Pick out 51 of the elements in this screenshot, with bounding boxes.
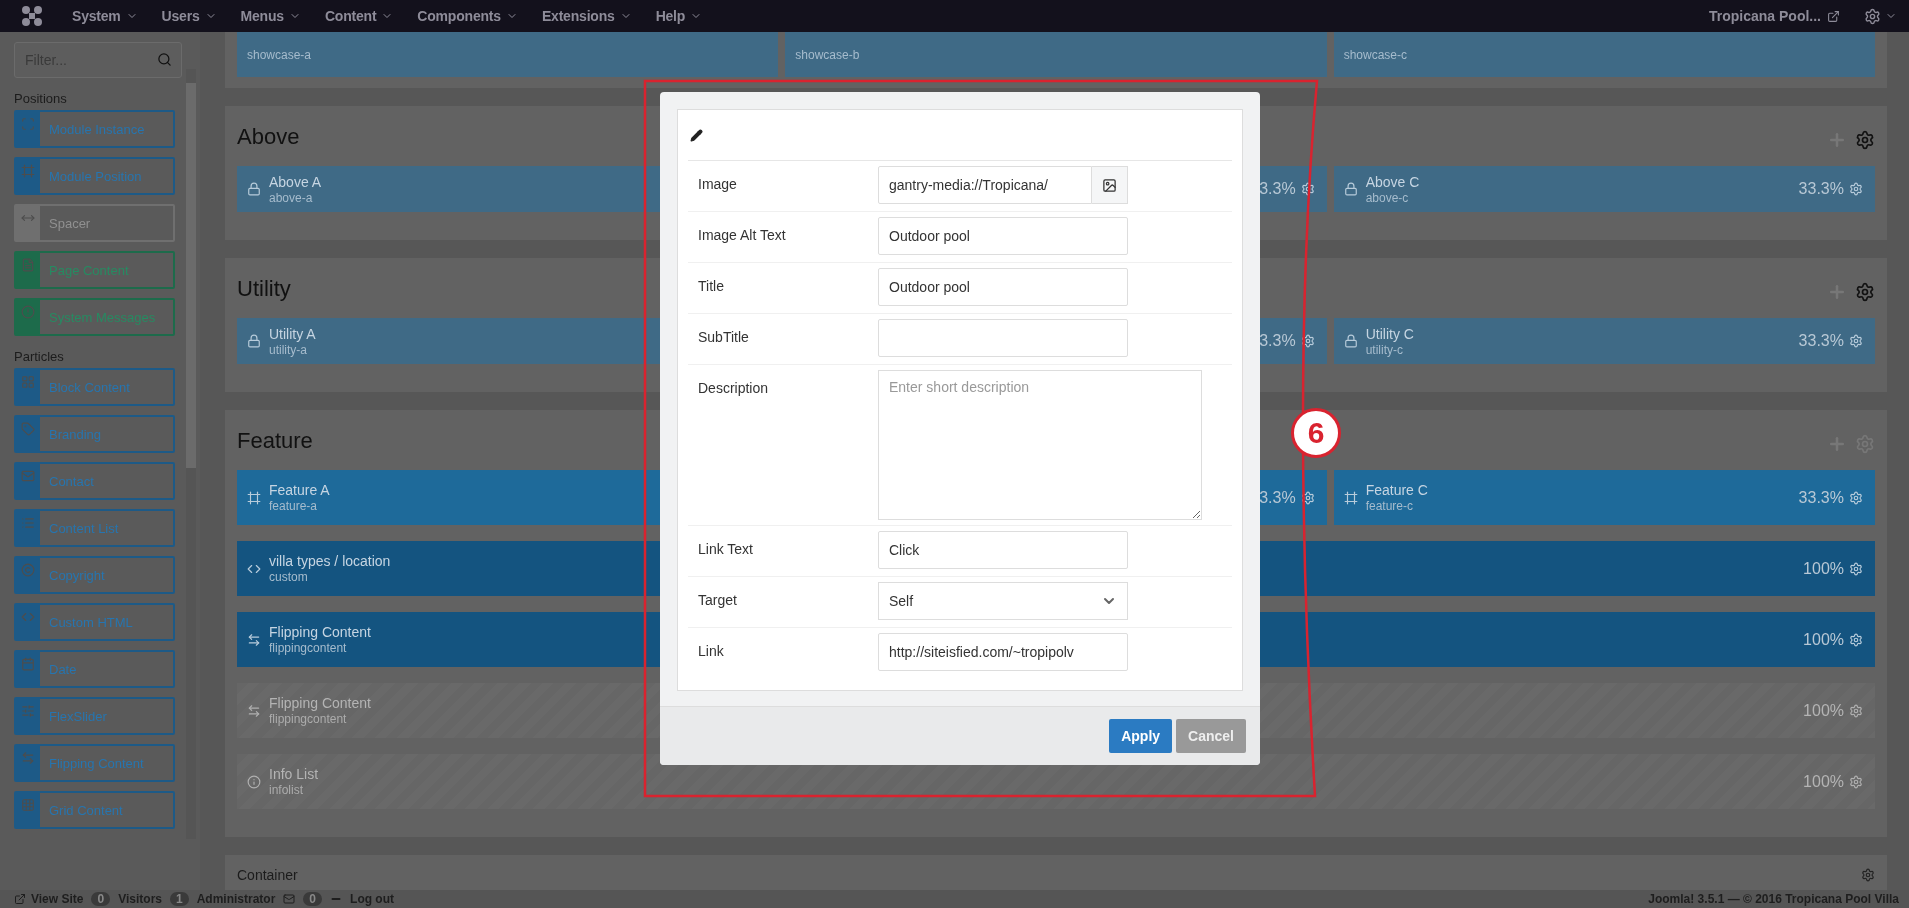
block-name: Info List	[269, 766, 319, 782]
block-name: Feature A	[269, 482, 330, 498]
count-badge: 0	[91, 892, 111, 906]
section-title: Container	[237, 867, 298, 883]
block-id: feature-a	[269, 499, 318, 513]
block-name: Flipping Content	[269, 624, 371, 640]
block-width: 33.3%	[1798, 180, 1844, 198]
block-id: showcase-a	[247, 47, 312, 62]
field-label: Target	[697, 591, 738, 610]
field-label: Title	[697, 277, 725, 296]
field-label: Link Text	[697, 540, 754, 559]
field-label: Image	[697, 175, 738, 194]
block-name: Feature C	[1365, 482, 1428, 498]
group-title: Positions	[14, 91, 68, 106]
block-name: Utility A	[269, 325, 316, 342]
block-width: 33.3%	[1798, 488, 1844, 507]
block-id: showcase-c	[1343, 47, 1407, 62]
field-label: SubTitle	[697, 328, 750, 347]
block-id: infolist	[269, 783, 303, 797]
section-title: Feature	[237, 428, 313, 454]
group-title: Particles	[14, 349, 65, 364]
block-id: custom	[269, 570, 308, 584]
block-id: utility-a	[269, 342, 307, 357]
count-badge: 1	[170, 892, 189, 906]
block-name: Above A	[269, 173, 322, 190]
block-name: Utility C	[1365, 325, 1414, 342]
block-name: Above C	[1365, 173, 1420, 190]
block-id: above-a	[269, 190, 313, 205]
block-id: flippingcontent	[269, 712, 347, 726]
block-id: showcase-b	[795, 47, 860, 62]
block-width: 100%	[1803, 701, 1844, 720]
field-label: Image Alt Text	[697, 226, 787, 245]
block-id: flippingcontent	[269, 641, 347, 655]
block-width: 100%	[1803, 772, 1844, 791]
block-width: 100%	[1803, 630, 1844, 649]
block-name: villa types / location	[269, 553, 391, 569]
block-id: feature-c	[1365, 499, 1413, 513]
count-badge: 0	[303, 892, 323, 906]
block-id: utility-c	[1365, 342, 1403, 357]
block-width: 33.3%	[1798, 332, 1844, 350]
block-name: Flipping Content	[269, 695, 371, 711]
block-width: 100%	[1803, 559, 1844, 578]
block-id: above-c	[1365, 190, 1409, 205]
field-label: Description	[697, 379, 770, 398]
block-width: 3.3%	[1259, 488, 1296, 507]
admin-label: Administrator	[196, 892, 276, 906]
field-label: Link	[697, 642, 725, 661]
section-title: Above	[237, 124, 300, 150]
section-title: Utility	[237, 276, 291, 302]
block-width: 3.3%	[1259, 332, 1296, 350]
block-width: 3.3%	[1259, 180, 1296, 198]
